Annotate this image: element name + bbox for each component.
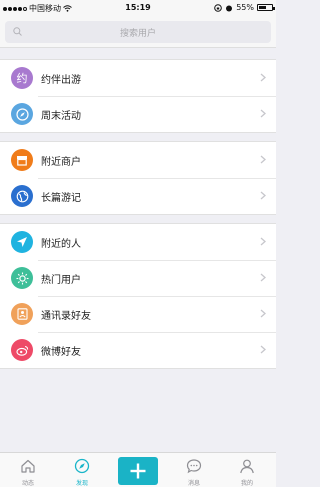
menu-item-travelogue[interactable]: 长篇游记 [0,178,276,214]
chevron-right-icon [260,345,266,354]
plus-icon [130,463,146,479]
battery-icon [257,4,275,11]
chat-icon [186,459,202,474]
chevron-right-icon [260,109,266,118]
compass-icon [11,103,33,125]
menu-item-label: 微博好友 [41,347,81,358]
sun-icon [11,267,33,289]
menu-item-weekend[interactable]: 周末活动 [0,96,276,132]
menu-item-popular-users[interactable]: 热门用户 [0,260,276,296]
tab-label: 发现 [75,480,88,487]
menu-group-travel: 约 约伴出游 周末活动 [0,59,276,133]
chevron-right-icon [260,309,266,318]
menu-item-weibo-friends[interactable]: 微博好友 [0,332,276,368]
menu-item-label: 通讯录好友 [41,311,91,322]
alarm-icon [226,5,233,11]
tab-label: 动态 [21,480,34,487]
chevron-right-icon [260,73,266,82]
menu-group-people: 附近的人 热门用户 通讯录好友 微博好友 [0,223,276,369]
compass-icon [74,458,90,474]
tab-messages[interactable]: 消息 [169,453,219,487]
menu-item-label: 周末活动 [41,111,81,122]
chevron-right-icon [260,273,266,282]
battery-percent: 55% [236,3,254,12]
menu-item-yueban[interactable]: 约 约伴出游 [0,60,276,96]
location-arrow-icon [11,231,33,253]
add-button[interactable] [118,457,158,485]
menu-item-label: 附近的人 [41,239,81,250]
chevron-right-icon [260,155,266,164]
menu-item-nearby-people[interactable]: 附近的人 [0,224,276,260]
shop-icon [11,149,33,171]
globe-icon [11,185,33,207]
search-bar: 搜索用户 [0,16,276,48]
orientation-lock-icon [214,3,223,12]
tab-feed[interactable]: 动态 [3,453,53,487]
contacts-icon [11,303,33,325]
user-icon [240,459,254,474]
status-bar: 中国移动 15:19 55% [0,0,276,16]
weibo-icon [11,339,33,361]
status-right: 55% [214,3,275,12]
home-icon [21,459,35,473]
tab-label: 消息 [187,480,200,487]
chevron-right-icon [260,191,266,200]
search-placeholder: 搜索用户 [119,29,156,39]
menu-item-contacts[interactable]: 通讯录好友 [0,296,276,332]
menu-item-label: 附近商户 [41,157,81,168]
tab-discover[interactable]: 发现 [57,453,107,487]
menu-item-label: 约伴出游 [41,75,81,86]
tab-label: 我的 [240,480,253,487]
menu-group-places: 附近商户 长篇游记 [0,141,276,215]
yue-icon: 约 [11,67,33,89]
tab-profile[interactable]: 我的 [222,453,272,487]
menu-item-nearby-shops[interactable]: 附近商户 [0,142,276,178]
menu-item-label: 长篇游记 [41,193,81,204]
chevron-right-icon [260,237,266,246]
search-input[interactable]: 搜索用户 [5,21,271,43]
menu-item-label: 热门用户 [41,275,81,286]
tab-bar: 动态 发现 消息 我的 [0,452,276,487]
